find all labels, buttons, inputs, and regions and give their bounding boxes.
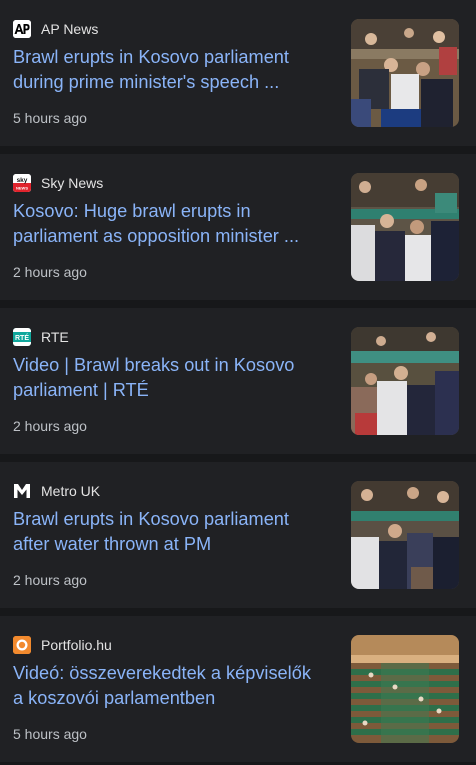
- timestamp: 5 hours ago: [13, 110, 87, 126]
- source-row: sky NEWS Sky News: [13, 173, 103, 193]
- rte-logo-icon: RTÉ: [13, 328, 31, 346]
- timestamp: 5 hours ago: [13, 726, 87, 742]
- svg-text:NEWS: NEWS: [16, 186, 28, 191]
- timestamp: 2 hours ago: [13, 264, 87, 280]
- headline-link[interactable]: Brawl erupts in Kosovo parliament during…: [13, 45, 325, 94]
- source-name: RTE: [41, 329, 69, 345]
- news-feed: AP News Brawl erupts in Kosovo parliamen…: [0, 0, 476, 762]
- headline-link[interactable]: Video | Brawl breaks out in Kosovo parli…: [13, 353, 325, 402]
- timestamp: 2 hours ago: [13, 572, 87, 588]
- ap-news-logo-icon: [13, 20, 31, 38]
- article-thumbnail[interactable]: [351, 19, 459, 127]
- svg-text:RTÉ: RTÉ: [15, 333, 29, 342]
- headline-link[interactable]: Brawl erupts in Kosovo parliament after …: [13, 507, 325, 556]
- sky-news-logo-icon: sky NEWS: [13, 174, 31, 192]
- article-thumbnail[interactable]: [351, 173, 459, 281]
- svg-text:sky: sky: [17, 177, 28, 184]
- news-card[interactable]: Portfolio.hu Videó: összeverekedtek a ké…: [0, 616, 476, 762]
- source-row: AP News: [13, 19, 98, 39]
- news-card[interactable]: RTÉ RTE Video | Brawl breaks out in Koso…: [0, 308, 476, 454]
- source-name: Portfolio.hu: [41, 637, 112, 653]
- source-name: Metro UK: [41, 483, 101, 499]
- metro-uk-logo-icon: [13, 482, 31, 500]
- article-thumbnail[interactable]: [351, 327, 459, 435]
- source-name: Sky News: [41, 175, 104, 191]
- source-row: RTÉ RTE: [13, 327, 69, 347]
- source-name: AP News: [41, 21, 99, 37]
- timestamp: 2 hours ago: [13, 418, 87, 434]
- news-card[interactable]: Metro UK Brawl erupts in Kosovo parliame…: [0, 462, 476, 608]
- news-card[interactable]: sky NEWS Sky News Kosovo: Huge brawl eru…: [0, 154, 476, 300]
- source-row: Metro UK: [13, 481, 100, 501]
- article-thumbnail[interactable]: [351, 481, 459, 589]
- portfolio-hu-logo-icon: [13, 636, 31, 654]
- headline-link[interactable]: Videó: összeverekedtek a képviselők a ko…: [13, 661, 325, 710]
- headline-link[interactable]: Kosovo: Huge brawl erupts in parliament …: [13, 199, 325, 248]
- article-thumbnail[interactable]: [351, 635, 459, 743]
- news-card[interactable]: AP News Brawl erupts in Kosovo parliamen…: [0, 0, 476, 146]
- source-row: Portfolio.hu: [13, 635, 112, 655]
